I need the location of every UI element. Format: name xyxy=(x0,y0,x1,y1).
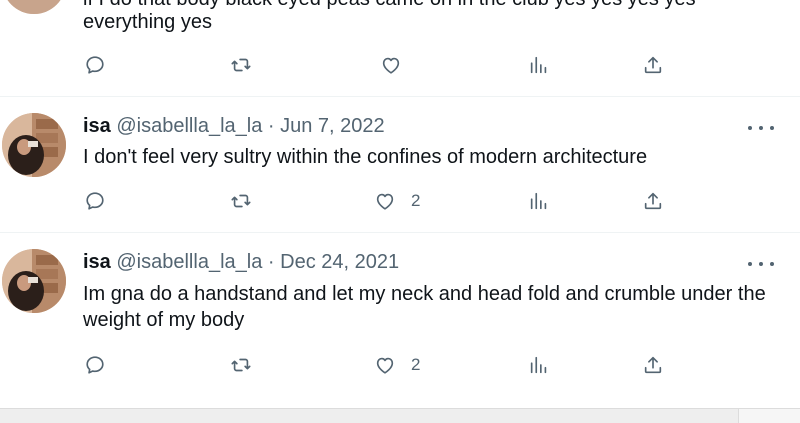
bottom-bar xyxy=(0,408,800,423)
share-icon xyxy=(642,354,664,376)
tweet-text: Im gna do a handstand and let my neck an… xyxy=(83,283,766,331)
heart-icon xyxy=(374,190,396,212)
views-button[interactable] xyxy=(528,188,550,214)
tweet-date[interactable]: Jun 7, 2022 xyxy=(280,115,385,137)
share-icon xyxy=(642,54,664,76)
like-count: 2 xyxy=(411,355,421,374)
views-button[interactable] xyxy=(528,52,550,78)
share-button[interactable] xyxy=(642,352,664,378)
user-name[interactable]: isa xyxy=(83,251,111,273)
reply-icon xyxy=(84,354,106,376)
user-handle[interactable]: @isabellla_la_la xyxy=(116,251,262,273)
avatar[interactable] xyxy=(2,0,66,14)
tweet-header: isa @isabellla_la_la · Jun 7, 2022 xyxy=(83,115,385,138)
share-icon xyxy=(642,190,664,212)
like-count: 2 xyxy=(411,191,421,210)
reply-icon xyxy=(84,190,106,212)
reply-button[interactable] xyxy=(84,52,106,78)
reply-icon xyxy=(84,54,106,76)
tweet[interactable]: if I do that body black eyed peas came o… xyxy=(0,0,800,96)
tweet[interactable]: isa @isabellla_la_la · Dec 24, 2021 Im g… xyxy=(0,233,800,407)
bottom-bar-segment xyxy=(738,409,800,423)
reply-button[interactable] xyxy=(84,352,106,378)
tweet-text: I don't feel very sultry within the conf… xyxy=(83,146,648,168)
retweet-button[interactable] xyxy=(230,52,252,78)
views-icon xyxy=(528,354,550,376)
retweet-button[interactable] xyxy=(230,188,252,214)
views-button[interactable] xyxy=(528,352,550,378)
retweet-button[interactable] xyxy=(230,352,252,378)
share-button[interactable] xyxy=(642,188,664,214)
avatar[interactable] xyxy=(2,249,66,313)
tweet-text: everything yes xyxy=(83,11,212,33)
retweet-icon xyxy=(230,54,252,76)
separator: · xyxy=(267,251,275,273)
like-button[interactable]: 2 xyxy=(374,352,420,378)
views-icon xyxy=(528,190,550,212)
avatar[interactable] xyxy=(2,113,66,177)
user-handle[interactable]: @isabellla_la_la xyxy=(116,115,262,137)
tweet[interactable]: isa @isabellla_la_la · Jun 7, 2022 I don… xyxy=(0,97,800,232)
like-button[interactable]: 2 xyxy=(374,188,420,214)
retweet-icon xyxy=(230,190,252,212)
separator: · xyxy=(267,115,275,137)
share-button[interactable] xyxy=(642,52,664,78)
tweet-actions: 2 xyxy=(0,188,800,214)
heart-icon xyxy=(380,54,402,76)
more-icon xyxy=(748,262,752,266)
tweet-actions: 2 xyxy=(0,352,800,378)
more-icon xyxy=(748,126,752,130)
more-icon-dot xyxy=(770,126,774,130)
tweet-actions xyxy=(0,52,800,78)
tweet-header: isa @isabellla_la_la · Dec 24, 2021 xyxy=(83,251,399,274)
more-button[interactable] xyxy=(748,121,774,135)
more-icon-dot xyxy=(770,262,774,266)
more-icon-dot xyxy=(759,262,763,266)
heart-icon xyxy=(374,354,396,376)
reply-button[interactable] xyxy=(84,188,106,214)
views-icon xyxy=(528,54,550,76)
retweet-icon xyxy=(230,354,252,376)
more-icon-dot xyxy=(759,126,763,130)
tweet-date[interactable]: Dec 24, 2021 xyxy=(280,251,399,273)
like-button[interactable] xyxy=(380,52,402,78)
more-button[interactable] xyxy=(748,257,774,271)
user-name[interactable]: isa xyxy=(83,115,111,137)
